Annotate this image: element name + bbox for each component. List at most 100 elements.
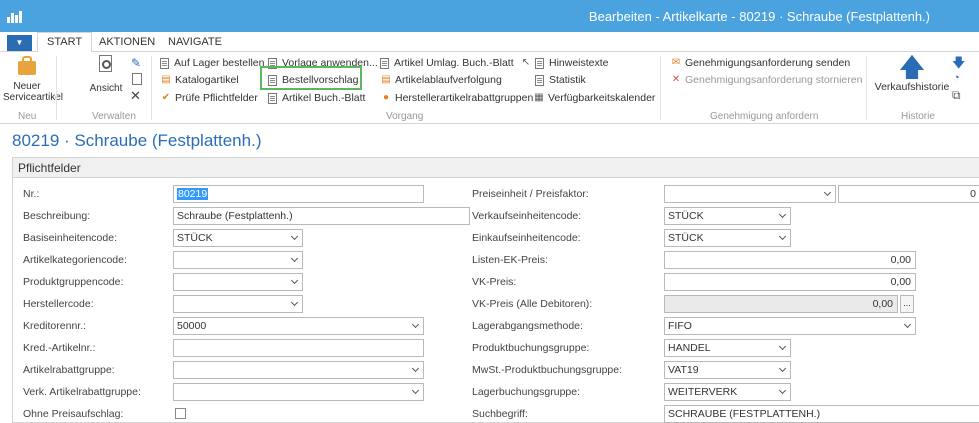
statistics-button[interactable]: Statistik <box>535 72 586 88</box>
field-kred-artikel[interactable] <box>173 339 424 357</box>
group-label-neu: Neu <box>18 111 37 122</box>
check-mandatory-fields-button[interactable]: ✔ Prüfe Pflichtfelder <box>160 90 258 106</box>
label-hersteller: Herstellercode: <box>23 298 94 310</box>
field-hersteller[interactable] <box>173 295 303 313</box>
requisition-worksheet-highlight <box>260 66 362 90</box>
label-verkaufseinheit: Verkaufseinheitencode: <box>472 210 582 222</box>
new-item-icon <box>16 55 38 77</box>
fasttab-pflichtfelder: Pflichtfelder Nr.: 80219 Beschreibung: S… <box>12 157 979 423</box>
field-einkaufseinheit-value: STÜCK <box>668 232 704 244</box>
chevron-down-icon <box>778 342 787 351</box>
field-mwst-value: VAT19 <box>668 364 699 376</box>
field-vk-alle: 0,00 <box>664 295 898 313</box>
fasttab-title: Pflichtfelder <box>18 161 81 175</box>
label-kred-artikel: Kred.-Artikelnr.: <box>23 342 96 354</box>
chevron-down-icon <box>411 320 420 329</box>
label-preiseinheit: Preiseinheit / Preisfaktor: <box>472 188 589 200</box>
label-rabattgruppe: Artikelrabattgruppe: <box>23 364 115 376</box>
field-lagerabgang-value: FIFO <box>668 320 692 332</box>
label-lagerbuchung: Lagerbuchungsgruppe: <box>472 386 581 398</box>
new-doc-icon[interactable] <box>132 73 142 85</box>
field-lagerabgang[interactable]: FIFO <box>664 317 916 335</box>
edit-pencil-icon[interactable]: ✎ <box>131 56 141 70</box>
field-suchbegriff[interactable]: SCHRAUBE (FESTPLATTENH.) <box>664 405 979 423</box>
calendar-icon: ▦ <box>534 92 544 103</box>
tab-navigate[interactable]: NAVIGATE <box>168 36 222 48</box>
send-approval-request-label: Genehmigungsanforderung senden <box>685 57 851 69</box>
field-produktgruppe[interactable] <box>173 273 303 291</box>
manufacturer-discount-groups-button[interactable]: ● Herstellerartikelrabattgruppen <box>380 90 533 106</box>
item-journal-button[interactable]: Artikel Buch.-Blatt <box>268 90 365 106</box>
field-beschreibung[interactable]: Schraube (Festplattenh.) <box>173 207 470 225</box>
window-title: Bearbeiten - Artikelkarte - 80219 · Schr… <box>588 9 930 24</box>
assist-edit-button[interactable]: ... <box>900 295 914 313</box>
field-basiseinheit[interactable]: STÜCK <box>173 229 303 247</box>
comment-texts-button[interactable]: ↖ Hinweistexte <box>520 55 609 71</box>
up-arrow-icon: 🡅 <box>898 52 926 82</box>
label-verk-rabattgruppe: Verk. Artikelrabattgruppe: <box>23 386 141 398</box>
cancel-approval-request-button[interactable]: ✕ Genehmigungsanforderung stornieren <box>670 72 863 88</box>
copy-icon[interactable]: ⧉ <box>952 88 961 103</box>
chevron-down-icon <box>290 232 299 241</box>
field-verk-rabattgruppe[interactable] <box>173 383 424 401</box>
item-tracing-label: Artikelablaufverfolgung <box>395 74 502 86</box>
manufacturer-discount-groups-label: Herstellerartikelrabattgruppen <box>395 92 534 104</box>
field-listen-ek[interactable]: 0,00 <box>664 251 916 269</box>
field-kreditor[interactable]: 50000 <box>173 317 424 335</box>
group-label-historie: Historie <box>901 111 935 122</box>
item-reclass-journal-button[interactable]: Artikel Umlag. Buch.-Blatt <box>380 55 514 71</box>
new-service-item-button[interactable]: Neuer Serviceartikel <box>3 55 64 103</box>
catalog-items-button[interactable]: ▤ Katalogartikel <box>160 72 238 88</box>
checkbox-ohne-preis[interactable] <box>175 408 186 419</box>
label-nr: Nr.: <box>23 188 40 200</box>
tab-start[interactable]: START <box>37 32 93 53</box>
chevron-down-icon <box>823 188 832 197</box>
label-suchbegriff: Suchbegriff: <box>472 408 528 420</box>
label-vk-preis: VK-Preis: <box>472 276 517 288</box>
label-mwst: MwSt.-Produktbuchungsgruppe: <box>472 364 622 376</box>
field-mwst[interactable]: VAT19 <box>664 361 791 379</box>
field-verkaufseinheit[interactable]: STÜCK <box>664 207 791 225</box>
label-listen-ek: Listen-EK-Preis: <box>472 254 548 266</box>
field-preisfaktor[interactable]: 0 <box>838 185 979 203</box>
field-kategorie[interactable] <box>173 251 303 269</box>
send-approval-request-button[interactable]: ✉ Genehmigungsanforderung senden <box>670 55 850 71</box>
field-preiseinheit[interactable] <box>664 185 836 203</box>
field-basiseinheit-value: STÜCK <box>177 232 213 244</box>
chevron-down-icon <box>778 364 787 373</box>
history-clock-icon[interactable]: ◔ <box>953 72 960 84</box>
order-to-stock-button[interactable]: Auf Lager bestellen <box>160 55 264 71</box>
new-service-item-label: Neuer Serviceartikel <box>3 81 64 103</box>
label-produktgruppe: Produktgruppencode: <box>23 276 124 288</box>
view-icon <box>97 55 115 77</box>
sales-history-label: Verkaufshistorie <box>874 81 950 93</box>
field-preisfaktor-value: 0 <box>970 188 976 200</box>
availability-calendar-button[interactable]: ▦ Verfügbarkeitskalender <box>533 90 655 106</box>
group-label-genehmigung: Genehmigung anfordern <box>710 111 819 122</box>
sales-history-button[interactable]: 🡅 Verkaufshistorie <box>872 54 952 93</box>
field-nr[interactable]: 80219 <box>173 185 424 203</box>
field-lagerbuchung[interactable]: WEITERVERK <box>664 383 791 401</box>
item-tracing-button[interactable]: ▤ Artikelablaufverfolgung <box>380 72 502 88</box>
view-button[interactable]: Ansicht <box>86 55 126 94</box>
field-rabattgruppe[interactable] <box>173 361 424 379</box>
app-menu-button[interactable]: ▼ <box>7 35 32 51</box>
tab-aktionen[interactable]: AKTIONEN <box>99 36 155 48</box>
group-separator <box>151 56 152 120</box>
label-basiseinheit: Basiseinheitencode: <box>23 232 117 244</box>
discount-icon: ● <box>382 92 390 103</box>
chevron-down-icon <box>290 276 299 285</box>
label-beschreibung: Beschreibung: <box>23 210 91 222</box>
label-lagerabgang: Lagerabgangsmethode: <box>472 320 583 332</box>
delete-x-icon[interactable]: ✕ <box>130 88 141 104</box>
group-separator <box>660 56 661 120</box>
fasttab-header[interactable]: Pflichtfelder <box>13 158 979 178</box>
comment-texts-label: Hinweistexte <box>549 57 609 69</box>
field-vk-preis[interactable]: 0,00 <box>664 273 916 291</box>
document-icon <box>160 57 169 69</box>
field-einkaufseinheit[interactable]: STÜCK <box>664 229 791 247</box>
label-kategorie: Artikelkategoriencode: <box>23 254 127 266</box>
group-label-vorgang: Vorgang <box>386 111 424 122</box>
group-separator <box>56 56 57 120</box>
field-produktbuchung[interactable]: HANDEL <box>664 339 791 357</box>
